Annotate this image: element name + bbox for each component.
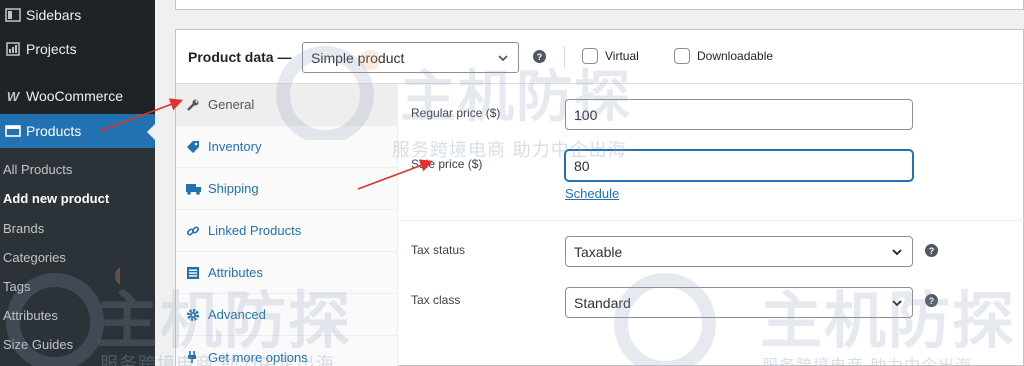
sidebar-item-projects[interactable]: Projects: [0, 32, 155, 66]
help-icon[interactable]: ?: [533, 50, 546, 63]
regular-price-label: Regular price ($): [411, 106, 501, 120]
tax-class-select[interactable]: Standard: [565, 287, 913, 318]
header-divider: [564, 46, 565, 68]
tab-label: Shipping: [208, 181, 259, 196]
tax-class-value: Standard: [574, 295, 631, 311]
product-type-value: Simple product: [311, 50, 405, 66]
tab-general[interactable]: General: [176, 84, 398, 126]
sidebar-item-label: WooCommerce: [26, 88, 123, 104]
sidebar-item-label: Products: [26, 123, 82, 139]
tax-class-label: Tax class: [411, 293, 461, 307]
sidebar-item-sidebars[interactable]: Sidebars: [0, 0, 155, 32]
products-icon: [0, 124, 26, 138]
schedule-link[interactable]: Schedule: [565, 186, 619, 201]
submenu-add-new-product[interactable]: Add new product: [3, 191, 109, 206]
submenu-all-products[interactable]: All Products: [3, 162, 72, 177]
downloadable-checkbox[interactable]: [674, 48, 690, 64]
section-divider: [398, 220, 1024, 221]
downloadable-label: Downloadable: [697, 49, 774, 63]
submenu-attributes[interactable]: Attributes: [3, 308, 58, 323]
chevron-down-icon: [890, 296, 904, 313]
wrench-icon: [186, 98, 208, 112]
tax-status-value: Taxable: [574, 244, 623, 260]
regular-price-value: 100: [574, 107, 598, 123]
product-data-tabs: General Inventory Shipping Linked Produc…: [176, 84, 398, 366]
tab-label: Get more options: [208, 349, 308, 365]
sidebar-item-woocommerce[interactable]: W WooCommerce: [0, 79, 155, 113]
tab-label: Attributes: [208, 265, 263, 280]
submenu-categories[interactable]: Categories: [3, 250, 66, 265]
sidebar-item-label: Projects: [26, 41, 77, 57]
tax-status-select[interactable]: Taxable: [565, 236, 913, 267]
sale-price-input[interactable]: 80: [565, 150, 913, 181]
virtual-checkbox[interactable]: [582, 48, 598, 64]
plugin-icon: [186, 350, 208, 364]
virtual-option[interactable]: Virtual: [582, 48, 639, 64]
tab-linked-products[interactable]: Linked Products: [176, 210, 398, 252]
product-data-header: Product data — Simple product ? Virtual …: [176, 30, 1024, 84]
sidebar-item-products[interactable]: Products: [0, 114, 155, 148]
downloadable-option[interactable]: Downloadable: [674, 48, 773, 64]
tab-label: Advanced: [208, 307, 266, 322]
truck-icon: [186, 183, 208, 195]
product-type-select[interactable]: Simple product: [302, 42, 519, 73]
product-data-title: Product data —: [188, 49, 292, 65]
submenu-brands[interactable]: Brands: [3, 221, 44, 236]
tab-attributes[interactable]: Attributes: [176, 252, 398, 294]
tab-advanced[interactable]: Advanced: [176, 294, 398, 336]
submenu-tags[interactable]: Tags: [3, 279, 30, 294]
tab-inventory[interactable]: Inventory: [176, 126, 398, 168]
tab-label: Inventory: [208, 139, 262, 154]
virtual-label: Virtual: [605, 49, 639, 63]
sale-price-value: 80: [574, 158, 590, 174]
tag-icon: [186, 140, 208, 154]
list-icon: [186, 266, 208, 280]
sidebar-item-label: Sidebars: [26, 7, 82, 23]
chevron-down-icon: [496, 51, 510, 68]
sale-price-label: Sale price ($): [411, 157, 483, 171]
link-icon: [186, 224, 208, 238]
tab-get-more-options[interactable]: Get more options: [176, 336, 398, 366]
projects-icon: [0, 41, 26, 57]
sidebars-icon: [0, 7, 26, 23]
woocommerce-icon: W: [6, 88, 20, 104]
chevron-down-icon: [890, 245, 904, 262]
tab-shipping[interactable]: Shipping: [176, 168, 398, 210]
tab-label: General: [208, 97, 255, 112]
active-indicator: [147, 124, 155, 140]
admin-sidebar: Sidebars Projects W WooCommerce Products…: [0, 0, 155, 366]
regular-price-input[interactable]: 100: [565, 99, 913, 130]
tab-label: Linked Products: [208, 223, 302, 238]
submenu-size-guides[interactable]: Size Guides: [3, 337, 73, 352]
tax-status-label: Tax status: [411, 243, 466, 257]
help-icon[interactable]: ?: [925, 294, 938, 307]
products-submenu: All Products Add new product Brands Cate…: [0, 148, 155, 366]
previous-card-edge: [175, 0, 1024, 10]
product-data-panel: Product data — Simple product ? Virtual …: [175, 29, 1024, 366]
gear-icon: [186, 308, 208, 322]
help-icon[interactable]: ?: [925, 244, 938, 257]
